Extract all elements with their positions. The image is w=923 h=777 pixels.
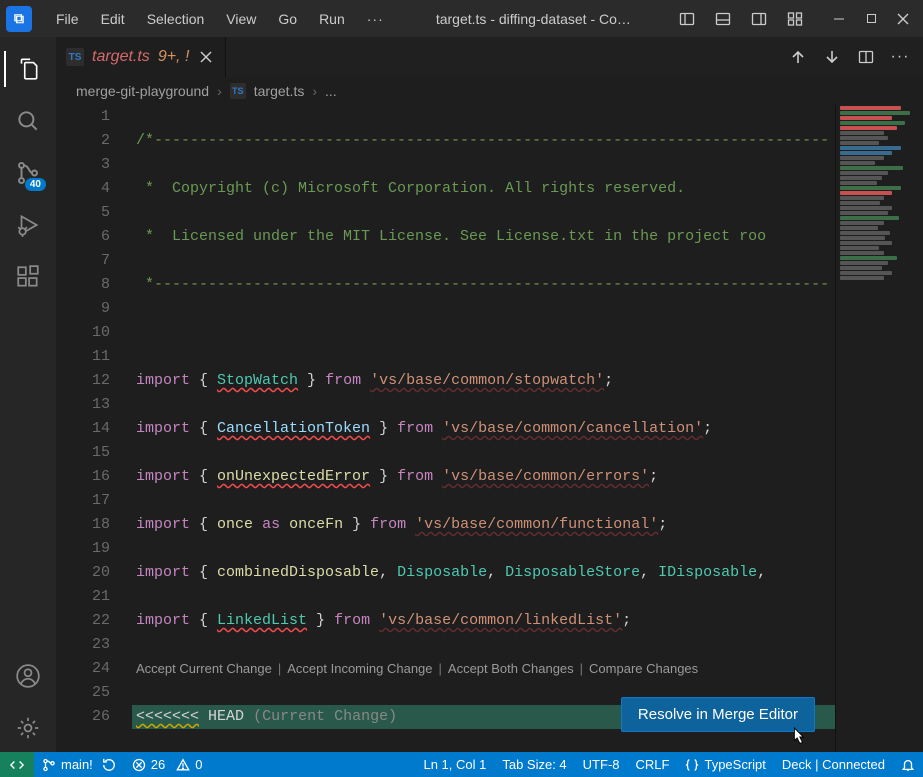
- encoding[interactable]: UTF-8: [575, 752, 628, 777]
- breadcrumb-sep: ›: [312, 83, 317, 99]
- window-controls: [825, 5, 917, 33]
- editor-actions: ···: [787, 37, 923, 77]
- compare-changes[interactable]: Compare Changes: [589, 657, 698, 681]
- maximize-button[interactable]: [857, 5, 885, 33]
- eol[interactable]: CRLF: [628, 752, 678, 777]
- problems-indicator[interactable]: 26 0: [124, 752, 211, 777]
- menu-bar: File Edit Selection View Go Run ···: [46, 7, 394, 31]
- tab-filename: target.ts: [92, 48, 150, 66]
- explorer-icon[interactable]: [4, 45, 52, 93]
- cursor-position[interactable]: Ln 1, Col 1: [415, 752, 494, 777]
- app-icon: ⧉: [6, 6, 32, 32]
- resolve-in-merge-editor-button[interactable]: Resolve in Merge Editor: [621, 697, 815, 732]
- breadcrumb-sep: ›: [217, 83, 222, 99]
- menu-view[interactable]: View: [216, 7, 266, 31]
- layout-controls: [673, 5, 809, 33]
- remote-indicator[interactable]: [0, 752, 34, 777]
- tab-target-ts[interactable]: TS target.ts 9+, !: [56, 37, 226, 77]
- tab-close-icon[interactable]: [197, 48, 215, 66]
- scm-badge: 40: [25, 178, 46, 191]
- accept-incoming-change[interactable]: Accept Incoming Change: [287, 657, 432, 681]
- accept-current-change[interactable]: Accept Current Change: [136, 657, 272, 681]
- status-bar: main! 26 0 Ln 1, Col 1 Tab Size: 4 UTF-8…: [0, 752, 923, 777]
- editor-area: TS target.ts 9+, ! ··· merge-git-playgro…: [56, 37, 923, 752]
- split-editor-icon[interactable]: [855, 46, 877, 68]
- toggle-panel-left-icon[interactable]: [673, 5, 701, 33]
- menu-overflow[interactable]: ···: [357, 7, 394, 31]
- merge-codelens: Accept Current Change|Accept Incoming Ch…: [132, 657, 835, 681]
- run-debug-icon[interactable]: [4, 201, 52, 249]
- toggle-panel-right-icon[interactable]: [745, 5, 773, 33]
- menu-edit[interactable]: Edit: [91, 7, 135, 31]
- branch-indicator[interactable]: main!: [34, 752, 124, 777]
- line-number-gutter: 1234567891011121314151617181920212223242…: [56, 105, 132, 752]
- accept-both-changes[interactable]: Accept Both Changes: [448, 657, 574, 681]
- menu-go[interactable]: Go: [268, 7, 307, 31]
- notifications-icon[interactable]: [893, 752, 923, 777]
- minimap[interactable]: [835, 105, 923, 752]
- typescript-icon: TS: [230, 83, 246, 99]
- extensions-icon[interactable]: [4, 253, 52, 301]
- breadcrumb-file[interactable]: target.ts: [254, 83, 305, 99]
- editor-tabs: TS target.ts 9+, ! ···: [56, 37, 923, 77]
- more-actions-icon[interactable]: ···: [889, 46, 911, 68]
- titlebar: ⧉ File Edit Selection View Go Run ··· ta…: [0, 0, 923, 37]
- next-change-icon[interactable]: [821, 46, 843, 68]
- breadcrumb-more[interactable]: ...: [325, 83, 337, 99]
- deck-status[interactable]: Deck | Connected: [774, 752, 893, 777]
- settings-gear-icon[interactable]: [4, 704, 52, 752]
- typescript-icon: TS: [66, 48, 84, 66]
- tab-suffix: 9+, !: [158, 48, 190, 66]
- close-button[interactable]: [889, 5, 917, 33]
- menu-selection[interactable]: Selection: [137, 7, 215, 31]
- accounts-icon[interactable]: [4, 652, 52, 700]
- prev-change-icon[interactable]: [787, 46, 809, 68]
- code-content[interactable]: /*--------------------------------------…: [132, 105, 835, 752]
- customize-layout-icon[interactable]: [781, 5, 809, 33]
- window-title: target.ts - diffing-dataset - Co…: [400, 11, 667, 27]
- menu-file[interactable]: File: [46, 7, 89, 31]
- breadcrumbs[interactable]: merge-git-playground › TS target.ts › ..…: [56, 77, 923, 105]
- editor-body: 1234567891011121314151617181920212223242…: [56, 105, 923, 752]
- activity-bar: 40: [0, 37, 56, 752]
- menu-run[interactable]: Run: [309, 7, 355, 31]
- language-mode[interactable]: TypeScript: [677, 752, 773, 777]
- source-control-icon[interactable]: 40: [4, 149, 52, 197]
- breadcrumb-folder[interactable]: merge-git-playground: [76, 83, 209, 99]
- search-icon[interactable]: [4, 97, 52, 145]
- toggle-panel-bottom-icon[interactable]: [709, 5, 737, 33]
- tab-size[interactable]: Tab Size: 4: [494, 752, 574, 777]
- minimize-button[interactable]: [825, 5, 853, 33]
